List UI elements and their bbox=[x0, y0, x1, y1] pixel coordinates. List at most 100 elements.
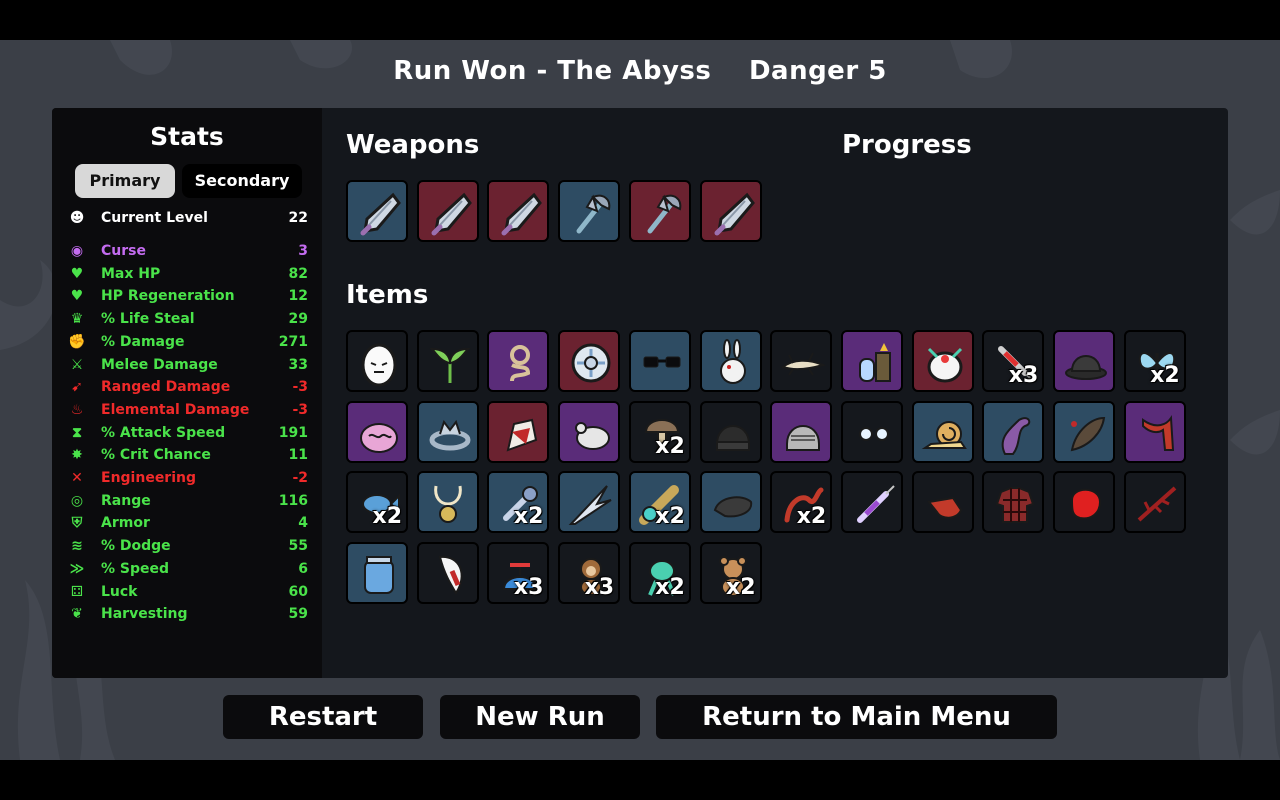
spear-tip-icon bbox=[431, 192, 472, 236]
stat-label: Ranged Damage bbox=[101, 379, 231, 396]
item-slot[interactable] bbox=[1053, 330, 1115, 392]
stat-value: 60 bbox=[288, 583, 308, 600]
curse-icon: ◉ bbox=[70, 243, 84, 259]
stat-value: -3 bbox=[292, 379, 308, 396]
weapon-slot[interactable] bbox=[699, 180, 762, 242]
item-slot[interactable]: x3 bbox=[982, 330, 1045, 392]
item-slot[interactable]: x3 bbox=[487, 542, 550, 605]
item-count: x2 bbox=[655, 504, 685, 530]
egg-icon bbox=[361, 343, 397, 387]
item-count: x2 bbox=[372, 504, 403, 530]
item-count: x2 bbox=[796, 504, 827, 530]
item-slot[interactable] bbox=[770, 330, 833, 392]
dice-icon: ⚃ bbox=[70, 583, 84, 600]
danger-level: Danger 5 bbox=[748, 56, 887, 86]
stat-row: ♥ HP Regeneration 12 bbox=[68, 285, 308, 307]
item-slot[interactable] bbox=[911, 330, 974, 392]
stat-row: ➹ Ranged Damage -3 bbox=[68, 376, 308, 398]
item-slot[interactable] bbox=[416, 542, 479, 605]
item-slot[interactable] bbox=[1053, 471, 1115, 534]
rope-icon bbox=[510, 345, 531, 382]
item-slot[interactable] bbox=[487, 400, 550, 463]
stat-label: % Speed bbox=[101, 560, 170, 577]
stat-value: -2 bbox=[292, 470, 308, 486]
item-count: x2 bbox=[1150, 363, 1180, 388]
item-slot[interactable] bbox=[558, 400, 621, 463]
amulet-icon bbox=[434, 486, 462, 524]
item-slot[interactable] bbox=[487, 330, 550, 392]
axe-icon bbox=[576, 194, 611, 234]
leech-icon bbox=[1070, 416, 1106, 451]
item-slot[interactable]: x2 bbox=[628, 400, 691, 463]
boxing-glove-icon bbox=[1070, 489, 1102, 520]
item-slot[interactable]: x3 bbox=[558, 542, 621, 605]
item-slot[interactable] bbox=[840, 330, 903, 392]
item-slot[interactable]: x2 bbox=[1123, 330, 1186, 392]
weapon-slot[interactable] bbox=[346, 180, 408, 242]
stat-value: 59 bbox=[288, 606, 308, 623]
new-run-button[interactable]: New Run bbox=[440, 695, 640, 739]
item-slot[interactable] bbox=[911, 400, 974, 463]
tab-secondary[interactable]: Secondary bbox=[182, 164, 302, 198]
item-slot[interactable] bbox=[1123, 400, 1186, 463]
helmet-icon bbox=[786, 424, 821, 451]
weapon-slot[interactable] bbox=[558, 180, 621, 242]
item-slot[interactable] bbox=[982, 471, 1045, 534]
item-slot[interactable]: x2 bbox=[346, 471, 408, 534]
weapon-slot[interactable] bbox=[628, 180, 691, 242]
stat-value: 82 bbox=[288, 265, 308, 282]
item-slot[interactable] bbox=[1053, 400, 1115, 463]
item-slot[interactable] bbox=[1123, 471, 1186, 534]
stat-value: 191 bbox=[278, 424, 308, 441]
stat-row: ⚃ Luck 60 bbox=[68, 581, 308, 603]
stat-label: Engineering bbox=[101, 470, 196, 486]
range-icon: ◎ bbox=[70, 492, 84, 509]
item-slot[interactable]: x2 bbox=[628, 542, 691, 605]
item-slot[interactable] bbox=[699, 330, 762, 392]
crit-icon: ✸ bbox=[71, 447, 83, 464]
item-slot[interactable] bbox=[982, 400, 1045, 463]
item-slot[interactable]: x2 bbox=[487, 471, 550, 534]
weapon-slot[interactable] bbox=[487, 180, 550, 242]
hourglass-icon: ⧗ bbox=[72, 424, 82, 441]
tentacle-icon bbox=[1001, 416, 1031, 455]
dodge-icon: ≋ bbox=[71, 538, 83, 555]
stat-label: % Crit Chance bbox=[101, 447, 211, 464]
item-slot[interactable] bbox=[840, 471, 903, 534]
item-slot[interactable] bbox=[699, 400, 762, 463]
item-slot[interactable] bbox=[416, 400, 479, 463]
stat-label: HP Regeneration bbox=[101, 288, 235, 305]
stat-label: Elemental Damage bbox=[101, 401, 250, 418]
stat-value: 55 bbox=[288, 538, 308, 555]
stat-value: 271 bbox=[278, 333, 308, 350]
tab-primary[interactable]: Primary bbox=[75, 164, 175, 198]
stat-label: Curse bbox=[101, 243, 146, 259]
item-slot[interactable] bbox=[840, 400, 903, 463]
item-slot[interactable] bbox=[558, 471, 621, 534]
regen-heart-icon: ♥ bbox=[70, 288, 84, 305]
rock-icon bbox=[713, 496, 752, 518]
stat-row: ❦ Harvesting 59 bbox=[68, 603, 308, 625]
item-slot[interactable] bbox=[416, 471, 479, 534]
item-slot[interactable] bbox=[346, 330, 408, 392]
item-slot[interactable]: x2 bbox=[628, 471, 691, 534]
item-slot[interactable] bbox=[346, 542, 408, 605]
item-slot[interactable] bbox=[699, 471, 762, 534]
item-slot[interactable] bbox=[558, 330, 621, 392]
item-slot[interactable] bbox=[346, 400, 408, 463]
heart-icon: ♥ bbox=[70, 265, 84, 282]
restart-button[interactable]: Restart bbox=[223, 695, 423, 739]
item-slot[interactable] bbox=[911, 471, 974, 534]
item-slot[interactable]: x2 bbox=[770, 471, 833, 534]
stat-label: Range bbox=[101, 492, 151, 509]
main-menu-button[interactable]: Return to Main Menu bbox=[656, 695, 1057, 739]
weapon-slot[interactable] bbox=[416, 180, 479, 242]
item-slot[interactable] bbox=[416, 330, 479, 392]
stat-label: Armor bbox=[101, 515, 150, 532]
stat-value: 4 bbox=[298, 515, 308, 532]
stats-panel: Stats Primary Secondary ☻ Current Level 22… bbox=[52, 108, 322, 678]
item-slot[interactable]: x2 bbox=[699, 542, 762, 605]
plaid-shirt-icon bbox=[996, 487, 1035, 524]
item-slot[interactable] bbox=[770, 400, 833, 463]
item-slot[interactable] bbox=[628, 330, 691, 392]
